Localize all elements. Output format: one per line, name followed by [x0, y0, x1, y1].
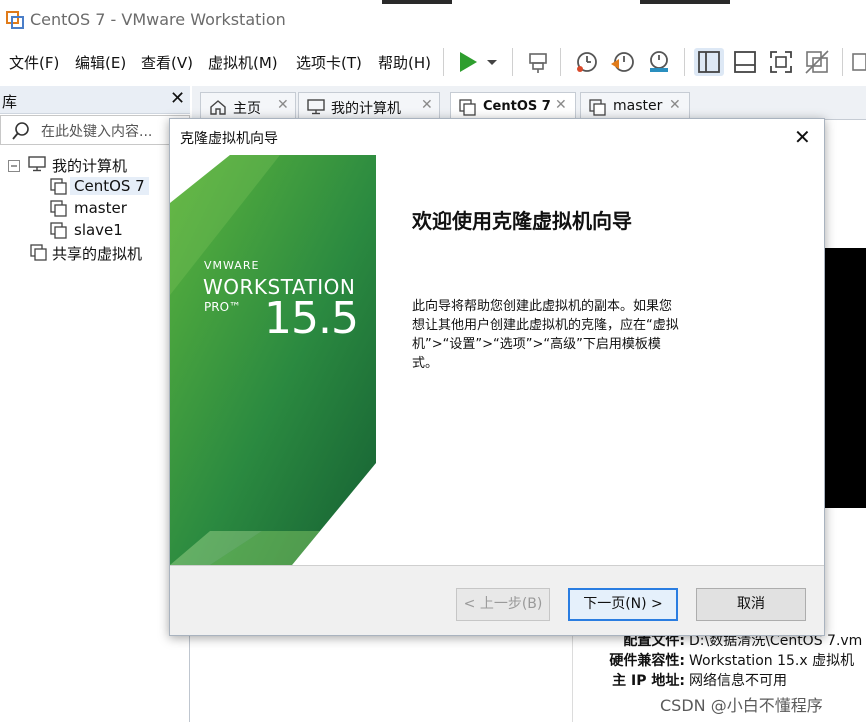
toolbar-separator [842, 48, 843, 76]
computer-icon [28, 156, 46, 176]
menu-file[interactable]: 文件(F) [9, 52, 59, 73]
dialog-title: 克隆虚拟机向导 [180, 131, 278, 147]
tree-item-my-computer[interactable]: 我的计算机 [8, 154, 178, 176]
back-button[interactable]: < 上一步(B) [456, 588, 550, 621]
snapshot-icon[interactable] [572, 48, 602, 76]
wizard-banner: VMWARE WORKSTATION PRO™ 15.5 [170, 155, 376, 565]
library-view-icon[interactable] [694, 48, 724, 76]
close-icon[interactable]: ✕ [794, 125, 811, 149]
detail-value: 网络信息不可用 [689, 673, 787, 689]
detail-hardware-compat: 硬件兼容性: Workstation 15.x 虚拟机 [573, 650, 866, 670]
vm-icon [50, 222, 68, 244]
vm-icon [50, 178, 68, 200]
window-title-bar: CentOS 7 - VMware Workstation [0, 0, 866, 40]
csdn-watermark: CSDN @小白不懂程序 [660, 696, 823, 715]
title-bar-decoration [382, 0, 452, 4]
menu-view[interactable]: 查看(V) [141, 52, 193, 73]
dropdown-arrow-icon[interactable] [483, 48, 501, 76]
detail-key: 主 IP 地址: [612, 673, 685, 689]
thumbnail-bar-icon[interactable] [730, 48, 760, 76]
vm-icon [50, 200, 68, 222]
wizard-heading: 欢迎使用克隆虚拟机向导 [412, 209, 632, 233]
fullscreen-icon[interactable] [766, 48, 796, 76]
banner-graphic [170, 155, 376, 565]
snapshot-manager-icon[interactable] [644, 48, 674, 76]
tree-item-label: slave1 [74, 221, 123, 239]
tab-master[interactable]: master ✕ [580, 92, 690, 120]
vmware-app-icon [6, 11, 24, 29]
library-header: 库 ✕ [0, 86, 190, 114]
title-bar-decoration [640, 0, 730, 4]
cancel-button[interactable]: 取消 [696, 588, 806, 621]
wizard-description: 此向导将帮助您创建此虚拟机的副本。如果您想让其他用户创建此虚拟机的克隆，应在“虚… [412, 299, 679, 371]
overflow-icon[interactable] [850, 48, 866, 76]
unity-icon[interactable] [802, 48, 832, 76]
product-edition: PRO™ [204, 300, 242, 314]
menu-toolbar: 文件(F) 编辑(E) 查看(V) 虚拟机(M) 选项卡(T) 帮助(H) [0, 40, 866, 84]
window-title: CentOS 7 - VMware Workstation [30, 10, 286, 29]
tree-item-shared-vms[interactable]: 共享的虚拟机 [30, 242, 180, 264]
tab-home[interactable]: 主页 ✕ [200, 92, 296, 120]
next-button[interactable]: 下一页(N) > [568, 588, 678, 621]
tree-item-master[interactable]: master [50, 198, 170, 220]
toolbar-separator [443, 48, 444, 76]
library-close-icon[interactable]: ✕ [170, 88, 185, 109]
search-icon [11, 121, 31, 145]
wizard-footer: < 上一步(B) 下一页(N) > 取消 [170, 565, 824, 635]
close-icon[interactable]: ✕ [555, 97, 567, 113]
close-icon[interactable]: ✕ [669, 97, 681, 113]
tree-item-label: master [74, 199, 127, 217]
computer-icon [307, 99, 325, 119]
tab-label: 主页 [233, 101, 261, 117]
library-title: 库 [2, 93, 18, 111]
detail-primary-ip: 主 IP 地址: 网络信息不可用 [573, 670, 866, 690]
tab-strip: 主页 ✕ 我的计算机 ✕ CentOS 7 ✕ master ✕ [192, 86, 866, 120]
tree-item-label: 共享的虚拟机 [52, 245, 143, 263]
play-icon[interactable] [455, 48, 485, 76]
tree-item-slave1[interactable]: slave1 [50, 220, 170, 242]
vm-screen-preview[interactable] [824, 248, 866, 508]
tree-item-label: 我的计算机 [52, 157, 128, 175]
tree-item-centos7[interactable]: CentOS 7 [50, 176, 170, 198]
revert-snapshot-icon[interactable] [608, 48, 638, 76]
home-icon [209, 99, 227, 119]
product-version: 15.5 [264, 293, 359, 344]
toolbar-separator [560, 48, 561, 76]
search-placeholder: 在此处键入内容... [41, 124, 153, 140]
tree-item-label: CentOS 7 [70, 177, 149, 195]
menu-help[interactable]: 帮助(H) [378, 52, 431, 73]
menu-vm[interactable]: 虚拟机(M) [208, 52, 278, 73]
toolbar-separator [512, 48, 513, 76]
close-icon[interactable]: ✕ [421, 97, 433, 113]
tab-my-computer[interactable]: 我的计算机 ✕ [298, 92, 440, 120]
detail-value: Workstation 15.x 虚拟机 [689, 653, 855, 669]
vmware-brand: VMWARE [204, 259, 260, 272]
close-icon[interactable]: ✕ [277, 97, 289, 113]
send-ctrl-alt-del-icon[interactable] [523, 48, 553, 76]
tab-centos7[interactable]: CentOS 7 ✕ [450, 92, 576, 120]
tab-label: master [613, 98, 663, 114]
library-tree: 我的计算机 CentOS 7 master slave1 共享的虚拟机 [0, 146, 190, 722]
toolbar-separator [684, 48, 685, 76]
detail-key: 硬件兼容性: [609, 653, 685, 669]
collapse-icon[interactable] [8, 158, 20, 176]
library-search-input[interactable]: 在此处键入内容... [0, 115, 190, 145]
tab-label: 我的计算机 [331, 101, 401, 117]
menu-tabs[interactable]: 选项卡(T) [296, 52, 362, 73]
menu-edit[interactable]: 编辑(E) [75, 52, 126, 73]
tab-label: CentOS 7 [483, 99, 551, 114]
shared-vm-icon [30, 244, 48, 266]
clone-vm-wizard-dialog: 克隆虚拟机向导 ✕ VMWARE WORKSTATION PRO™ 15.5 欢… [169, 118, 825, 636]
